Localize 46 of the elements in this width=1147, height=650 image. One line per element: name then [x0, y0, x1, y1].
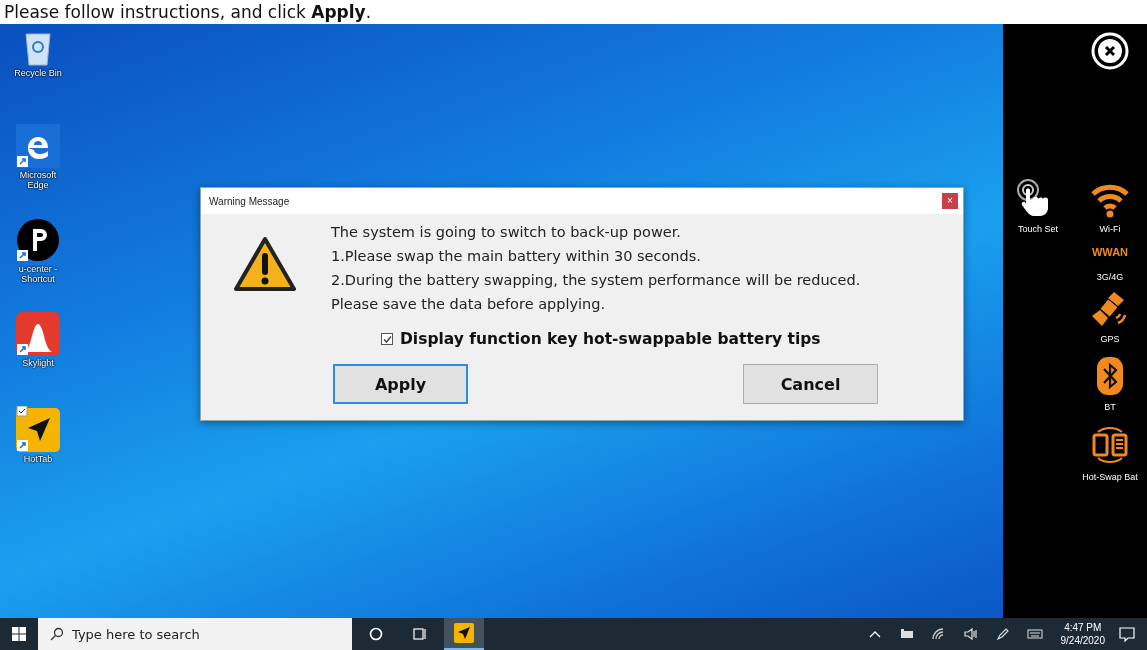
letter-p-circle-icon[interactable]	[16, 218, 60, 262]
dialog-title: Warning Message	[209, 195, 290, 207]
volume-tray-icon[interactable]	[962, 627, 979, 641]
dialog-button[interactable]: Cancel	[743, 364, 878, 404]
circle-icon	[369, 627, 383, 641]
recycle-bin-icon[interactable]	[23, 30, 53, 66]
warning-icon	[233, 236, 297, 292]
notification-icon[interactable]	[1119, 626, 1135, 642]
search-icon	[50, 627, 64, 641]
wwan-badge[interactable]: WWAN	[1091, 246, 1128, 258]
windows-start-icon[interactable]	[12, 627, 26, 641]
arch-app-icon[interactable]	[16, 312, 60, 356]
panel-item-label[interactable]: Touch Set	[1018, 224, 1058, 234]
desktop-icon-label[interactable]: u-center - Shortcut	[10, 264, 66, 284]
panel-item-label[interactable]: Hot-Swap Bat	[1082, 472, 1138, 482]
panel-item-label[interactable]: Wi-Fi	[1099, 224, 1121, 234]
task-view-icon	[413, 627, 427, 641]
message-line: The system is going to switch to back-up power.	[331, 223, 682, 242]
checkbox-box[interactable]	[381, 333, 393, 345]
message-line: 1.Please swap the main battery within 30 seconds.	[331, 247, 702, 266]
desktop-icon-label[interactable]: Microsoft Edge	[10, 170, 66, 190]
panel-item-label[interactable]: 3G/4G	[1096, 272, 1124, 282]
arrow-cursor-app-icon[interactable]	[16, 406, 60, 452]
clock-date: 9/24/2020	[1060, 634, 1105, 647]
wifi-icon[interactable]	[1091, 182, 1129, 218]
message-line: 2.During the battery swapping, the system performance will be reduced.	[331, 271, 861, 290]
tips-checkbox[interactable]: Display function key hot-swappable battery tips	[381, 330, 821, 348]
pen-tray-icon[interactable]	[994, 627, 1011, 641]
arrow-cursor-app-icon	[454, 623, 474, 643]
message-line: Please save the data before applying.	[331, 295, 607, 314]
panel-item-label[interactable]: GPS	[1100, 334, 1120, 344]
taskbar-clock[interactable]: 4:47 PM 9/24/2020	[1060, 621, 1105, 647]
battery-swap-icon[interactable]	[1090, 424, 1130, 466]
panel-item-label[interactable]: BT	[1104, 402, 1116, 412]
bluetooth-icon[interactable]	[1096, 356, 1124, 396]
desktop-icon-label[interactable]: Recycle Bin	[10, 68, 66, 78]
search-field[interactable]: Type here to search	[38, 618, 352, 650]
taskbar-button[interactable]	[444, 618, 484, 650]
keyboard-tray-icon[interactable]	[1026, 627, 1043, 641]
instruction-text: Please follow instructions, and click Apply.	[4, 2, 372, 22]
desktop-icon-label[interactable]: Skylight	[10, 358, 66, 368]
close-button[interactable]: ×	[942, 193, 958, 209]
close-icon[interactable]	[1091, 32, 1129, 70]
dialog-button[interactable]: Apply	[333, 364, 468, 404]
letter-e-app-icon[interactable]	[16, 124, 60, 168]
clock-time: 4:47 PM	[1064, 621, 1102, 634]
